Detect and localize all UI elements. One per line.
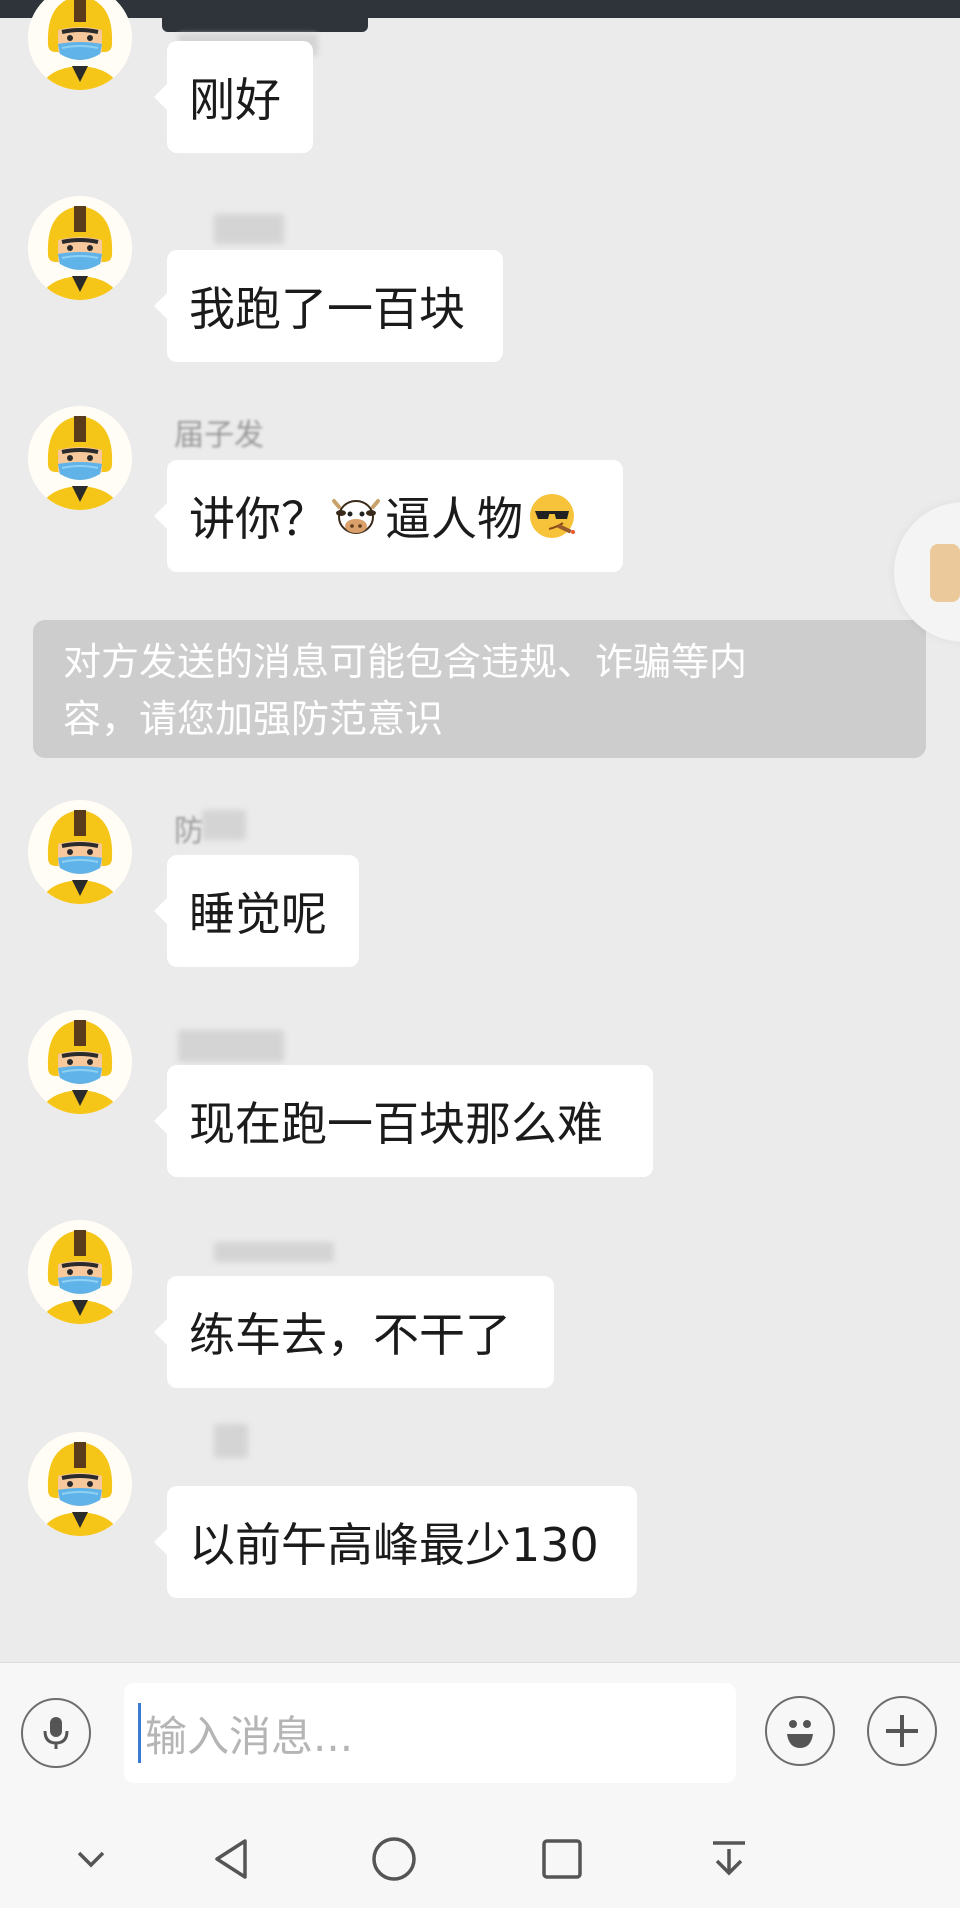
warning-line: 容，请您加强防范意识 — [63, 697, 444, 741]
nav-hide-button[interactable] — [64, 1832, 118, 1886]
safety-warning-banner: 对方发送的消息可能包含违规、诈骗等内 容，请您加强防范意识 — [33, 620, 926, 758]
smiley-icon — [787, 1720, 813, 1748]
message-bubble[interactable]: 睡觉呢 — [154, 855, 359, 967]
emoji-button[interactable] — [765, 1696, 835, 1766]
message-text: 刚好 — [189, 73, 281, 127]
message-bubble[interactable]: 练车去，不干了 — [154, 1276, 554, 1388]
chevron-down-icon — [77, 1851, 105, 1868]
message-bubble[interactable]: 我跑了一百块 — [154, 250, 503, 362]
nav-notification-button[interactable] — [702, 1832, 756, 1886]
sender-avatar[interactable] — [28, 406, 132, 510]
sender-name-text: 防 — [174, 814, 204, 849]
floating-handle-tab — [930, 544, 960, 602]
back-triangle-icon — [215, 1839, 247, 1879]
message-text: 练车去，不干了 — [189, 1308, 511, 1362]
warning-line: 对方发送的消息可能包含违规、诈骗等内 — [63, 640, 748, 684]
sender-avatar[interactable] — [28, 800, 132, 904]
message-input-placeholder: 输入消息... — [145, 1711, 354, 1761]
message-text: 睡觉呢 — [189, 887, 327, 941]
cow-face-icon — [332, 499, 380, 534]
nav-recents-button[interactable] — [535, 1832, 589, 1886]
message-input-bar: 输入消息... — [0, 1662, 960, 1807]
sender-avatar[interactable] — [28, 1432, 132, 1536]
message-bubble[interactable]: 刚好 — [154, 41, 313, 153]
message-bubble[interactable]: 现在跑一百块那么难 — [154, 1065, 653, 1177]
system-navigation-bar — [0, 1806, 960, 1908]
message-text: 现在跑一百块那么难 — [189, 1097, 603, 1151]
microphone-icon — [43, 1717, 69, 1749]
message-input[interactable]: 输入消息... — [124, 1683, 736, 1783]
sender-avatar[interactable] — [28, 196, 132, 300]
smirk-sunglasses-cigar-icon — [530, 494, 575, 538]
text-cursor — [138, 1703, 141, 1763]
sender-avatar[interactable] — [28, 1220, 132, 1324]
message-text: 逼人物 — [385, 492, 523, 546]
sender-avatar[interactable] — [28, 0, 132, 90]
status-bar-notch — [162, 8, 368, 32]
sender-name-text: 届子发 — [174, 418, 264, 453]
nav-back-button[interactable] — [204, 1832, 258, 1886]
plus-icon — [886, 1715, 918, 1747]
message-text: 我跑了一百块 — [189, 282, 465, 336]
message-bubble[interactable]: 讲你？ 逼人物 — [154, 460, 623, 572]
message-text: 讲你？ — [189, 492, 327, 546]
message-bubble[interactable]: 以前午高峰最少130 — [154, 1486, 637, 1598]
sender-avatar[interactable] — [28, 1010, 132, 1114]
message-text: 以前午高峰最少130 — [189, 1518, 599, 1572]
voice-input-button[interactable] — [21, 1698, 91, 1768]
more-button[interactable] — [867, 1696, 937, 1766]
status-bar — [0, 0, 960, 32]
home-circle-icon — [372, 1837, 416, 1881]
recents-square-icon — [542, 1839, 582, 1879]
pull-down-icon — [713, 1841, 745, 1876]
nav-home-button[interactable] — [367, 1832, 421, 1886]
